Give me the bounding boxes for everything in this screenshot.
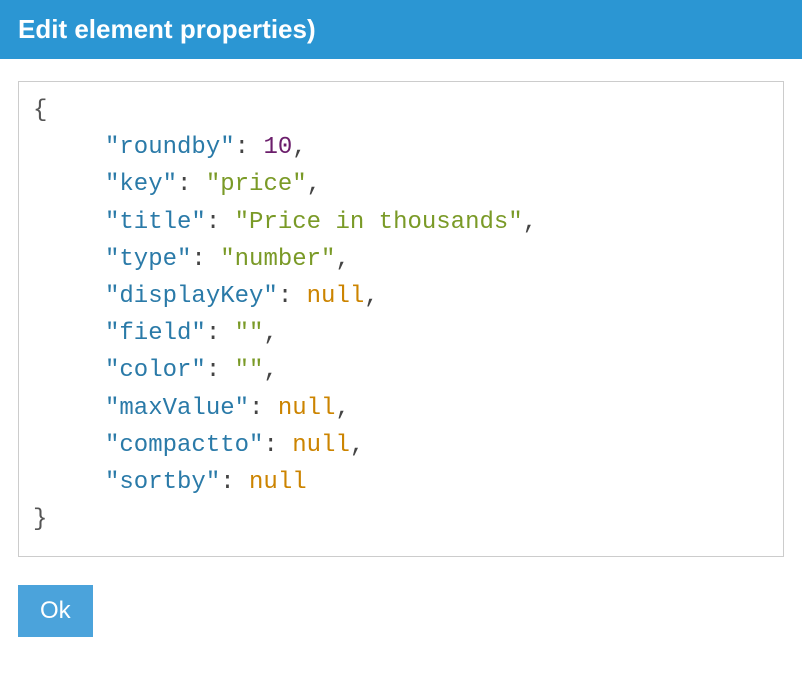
json-colon: :	[206, 357, 235, 384]
json-colon: :	[177, 171, 206, 198]
json-prop-line: "maxValue": null,	[33, 390, 769, 427]
brace-close: }	[33, 506, 47, 533]
json-value: null	[249, 469, 307, 496]
json-comma: ,	[263, 320, 277, 347]
json-prop-line: "roundby": 10,	[33, 129, 769, 166]
json-comma: ,	[307, 171, 321, 198]
json-colon: :	[206, 209, 235, 236]
json-key: "field"	[105, 320, 206, 347]
json-comma: ,	[335, 395, 349, 422]
json-open-brace: {	[33, 92, 769, 129]
json-key: "title"	[105, 209, 206, 236]
json-key: "compactto"	[105, 432, 263, 459]
json-colon: :	[191, 246, 220, 273]
json-key: "type"	[105, 246, 191, 273]
json-comma: ,	[292, 134, 306, 161]
json-key: "key"	[105, 171, 177, 198]
json-prop-line: "title": "Price in thousands",	[33, 204, 769, 241]
json-key: "color"	[105, 357, 206, 384]
json-value: ""	[235, 320, 264, 347]
json-prop-line: "sortby": null	[33, 464, 769, 501]
json-prop-line: "compactto": null,	[33, 427, 769, 464]
json-key: "sortby"	[105, 469, 220, 496]
json-colon: :	[249, 395, 278, 422]
json-value: "number"	[220, 246, 335, 273]
ok-button[interactable]: Ok	[18, 585, 93, 637]
json-key: "roundby"	[105, 134, 235, 161]
json-value: null	[278, 395, 336, 422]
dialog-body: {"roundby": 10,"key": "price","title": "…	[0, 59, 802, 567]
json-prop-line: "displayKey": null,	[33, 278, 769, 315]
edit-properties-dialog: Edit element properties) { "roundby": 10,…	[0, 0, 802, 655]
json-comma: ,	[523, 209, 537, 236]
json-prop-line: "color": "",	[33, 352, 769, 389]
json-prop-line: "field": "",	[33, 315, 769, 352]
json-value: null	[292, 432, 350, 459]
json-comma: ,	[263, 357, 277, 384]
json-value: 10	[263, 134, 292, 161]
json-editor[interactable]: {"roundby": 10,"key": "price","title": "…	[18, 81, 784, 557]
dialog-title: Edit element properties)	[0, 0, 802, 59]
json-key: "displayKey"	[105, 283, 278, 310]
json-comma: ,	[335, 246, 349, 273]
json-prop-line: "type": "number",	[33, 241, 769, 278]
brace-open: {	[33, 97, 47, 124]
json-value: null	[307, 283, 365, 310]
json-value: "price"	[206, 171, 307, 198]
json-comma: ,	[350, 432, 364, 459]
json-colon: :	[235, 134, 264, 161]
json-colon: :	[278, 283, 307, 310]
json-prop-line: "key": "price",	[33, 166, 769, 203]
json-colon: :	[206, 320, 235, 347]
json-colon: :	[263, 432, 292, 459]
json-close-brace: }	[33, 501, 769, 538]
json-value: "Price in thousands"	[235, 209, 523, 236]
json-key: "maxValue"	[105, 395, 249, 422]
json-comma: ,	[364, 283, 378, 310]
json-colon: :	[220, 469, 249, 496]
json-value: ""	[235, 357, 264, 384]
